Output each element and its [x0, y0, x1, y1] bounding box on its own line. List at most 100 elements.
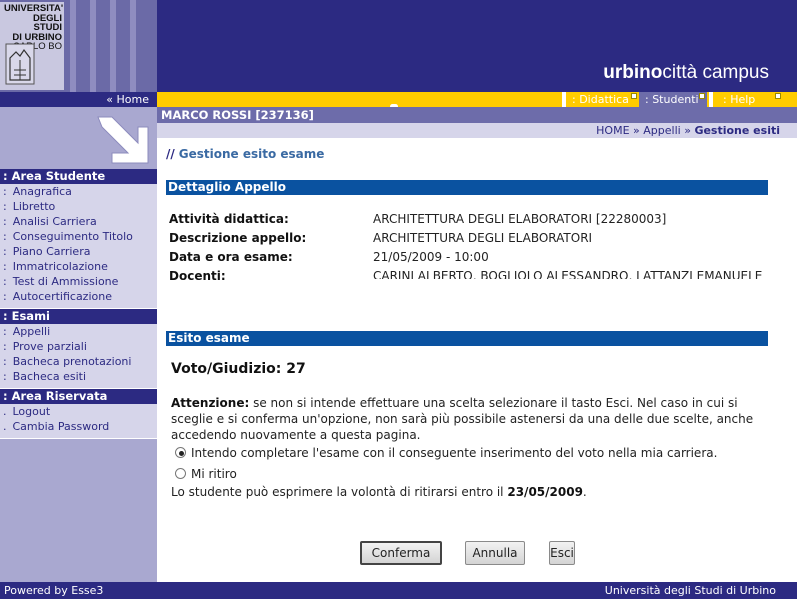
footer-university: Università degli Studi di Urbino: [604, 584, 776, 597]
sidebar-item-prove-parziali[interactable]: : Prove parziali: [0, 339, 157, 354]
warning-text: Attenzione: se non si intende effettuare…: [171, 395, 771, 443]
sidebar-list-esami: : Appelli : Prove parziali : Bacheca prenot…: [0, 324, 157, 388]
sidebar-item-piano-carriera[interactable]: : Piano Carriera: [0, 244, 157, 259]
sidebar: : Area Studente : Anagrafica : Libretto : A…: [0, 107, 157, 582]
bullet: :: [3, 340, 7, 353]
detail-label: Attività didattica:: [169, 212, 289, 226]
sidebar-item-label: Anagrafica: [12, 185, 72, 198]
cancel-button[interactable]: Annulla: [465, 541, 525, 565]
sidebar-item-label: Immatricolazione: [12, 260, 108, 273]
sidebar-item-analisi-carriera[interactable]: : Analisi Carriera: [0, 214, 157, 229]
brand-logo: urbinocittà campus: [603, 62, 769, 84]
sidebar-filler: [0, 439, 157, 582]
sidebar-item-label: Cambia Password: [12, 420, 110, 433]
bullet: :: [3, 370, 7, 383]
user-name-bar: MARCO ROSSI [237136]: [157, 107, 797, 123]
sidebar-list-area-riservata: . Logout . Cambia Password: [0, 404, 157, 438]
sidebar-item-conseguimento-titolo[interactable]: : Conseguimento Titolo: [0, 229, 157, 244]
sidebar-banner: [0, 107, 157, 169]
breadcrumb: HOME » Appelli » Gestione esiti: [596, 123, 780, 138]
warning-bold: Attenzione:: [171, 396, 250, 410]
page-title: //Gestione esito esame: [166, 147, 324, 161]
bullet: :: [3, 275, 7, 288]
tab-pin-icon: [775, 93, 781, 99]
sidebar-item-label: Analisi Carriera: [12, 215, 97, 228]
vote-display: Voto/Giudizio: 27: [171, 361, 306, 377]
tab-label: : Studenti: [645, 93, 699, 106]
university-seal-icon: [5, 43, 35, 85]
brand-bold: urbino: [603, 62, 663, 83]
tab-help[interactable]: : Help: [717, 92, 783, 107]
page-title-text: Gestione esito esame: [178, 147, 325, 161]
detail-value-docenti: CARINI ALBERTO, BOGLIOLO ALESSANDRO, LAT…: [373, 269, 763, 279]
sidebar-item-appelli[interactable]: : Appelli: [0, 324, 157, 339]
sidebar-item-label: Autocertificazione: [12, 290, 112, 303]
logo-stripe: [70, 0, 76, 92]
radio-button-selected[interactable]: [175, 447, 186, 458]
sidebar-item-label: Bacheca esiti: [12, 370, 87, 383]
warning-body: se non si intende effettuare una scelta …: [171, 396, 754, 442]
bullet: :: [3, 215, 7, 228]
arrow-down-right-icon: [97, 116, 149, 164]
exit-button[interactable]: Esci: [549, 541, 575, 565]
sidebar-section-esami: : Esami: [0, 309, 157, 324]
sidebar-item-label: Bacheca prenotazioni: [12, 355, 132, 368]
option-withdraw[interactable]: Mi ritiro: [175, 467, 237, 481]
header-banner: urbinocittà campus: [157, 0, 797, 92]
bullet: :: [3, 355, 7, 368]
sidebar-item-cambia-password[interactable]: . Cambia Password: [0, 419, 157, 434]
deadline-end: .: [582, 485, 587, 499]
tab-didattica[interactable]: : Didattica: [566, 92, 639, 107]
tab-pin-icon: [699, 93, 705, 99]
sidebar-item-bacheca-esiti[interactable]: : Bacheca esiti: [0, 369, 157, 384]
breadcrumb-current: Gestione esiti: [694, 124, 780, 137]
bullet: :: [3, 245, 7, 258]
sidebar-item-immatricolazione[interactable]: : Immatricolazione: [0, 259, 157, 274]
logo-stripe: [130, 0, 136, 92]
detail-row: Descrizione appello: ARCHITETTURA DEGLI …: [169, 229, 769, 247]
tab-pin-icon: [631, 93, 637, 99]
tab-label: : Didattica: [572, 93, 629, 106]
sidebar-item-logout[interactable]: . Logout: [0, 404, 157, 419]
detail-label: Descrizione appello:: [169, 231, 307, 245]
sidebar-item-anagrafica[interactable]: : Anagrafica: [0, 184, 157, 199]
section-dettaglio-appello: Dettaglio Appello: [166, 180, 768, 195]
sidebar-item-label: Logout: [12, 405, 51, 418]
option-label: Mi ritiro: [191, 467, 237, 481]
sidebar-item-label: Libretto: [12, 200, 56, 213]
breadcrumb-separator: »: [684, 124, 691, 137]
vote-label: Voto/Giudizio:: [171, 361, 282, 377]
sidebar-section-area-riservata: : Area Riservata: [0, 389, 157, 404]
withdraw-deadline: Lo studente può esprimere la volontà di …: [171, 485, 587, 499]
option-label: Intendo completare l'esame con il conseg…: [191, 446, 718, 460]
confirm-button[interactable]: Conferma: [360, 541, 442, 565]
sidebar-item-label: Conseguimento Titolo: [12, 230, 133, 243]
bullet: :: [3, 290, 7, 303]
footer-powered-by: Powered by Esse3: [4, 584, 104, 597]
brand-rest: città campus: [662, 62, 769, 83]
detail-value: ARCHITETTURA DEGLI ELABORATORI: [373, 231, 593, 245]
deadline-date: 23/05/2009: [507, 485, 583, 499]
sidebar-item-bacheca-prenotazioni[interactable]: : Bacheca prenotazioni: [0, 354, 157, 369]
radio-button[interactable]: [175, 468, 186, 479]
bullet: :: [3, 185, 7, 198]
option-complete-exam[interactable]: Intendo completare l'esame con il conseg…: [175, 446, 717, 460]
title-prefix: //: [166, 147, 175, 161]
detail-row: Attività didattica: ARCHITETTURA DEGLI E…: [169, 210, 769, 228]
tab-studenti[interactable]: : Studenti: [639, 92, 707, 107]
bullet: .: [3, 420, 7, 433]
tab-separator: [709, 92, 713, 107]
sidebar-item-autocertificazione[interactable]: : Autocertificazione: [0, 289, 157, 304]
sidebar-item-label: Test di Ammissione: [12, 275, 119, 288]
sidebar-item-label: Prove parziali: [12, 340, 87, 353]
sidebar-item-libretto[interactable]: : Libretto: [0, 199, 157, 214]
logo-line: DEGLI STUDI: [32, 12, 62, 33]
detail-label: Docenti:: [169, 269, 226, 283]
home-link[interactable]: « Home: [0, 92, 157, 107]
right-margin: [778, 138, 797, 582]
breadcrumb-home[interactable]: HOME: [596, 124, 629, 137]
bullet: :: [3, 260, 7, 273]
breadcrumb-appelli[interactable]: Appelli: [643, 124, 680, 137]
bullet: :: [3, 325, 7, 338]
sidebar-item-test-ammissione[interactable]: : Test di Ammissione: [0, 274, 157, 289]
